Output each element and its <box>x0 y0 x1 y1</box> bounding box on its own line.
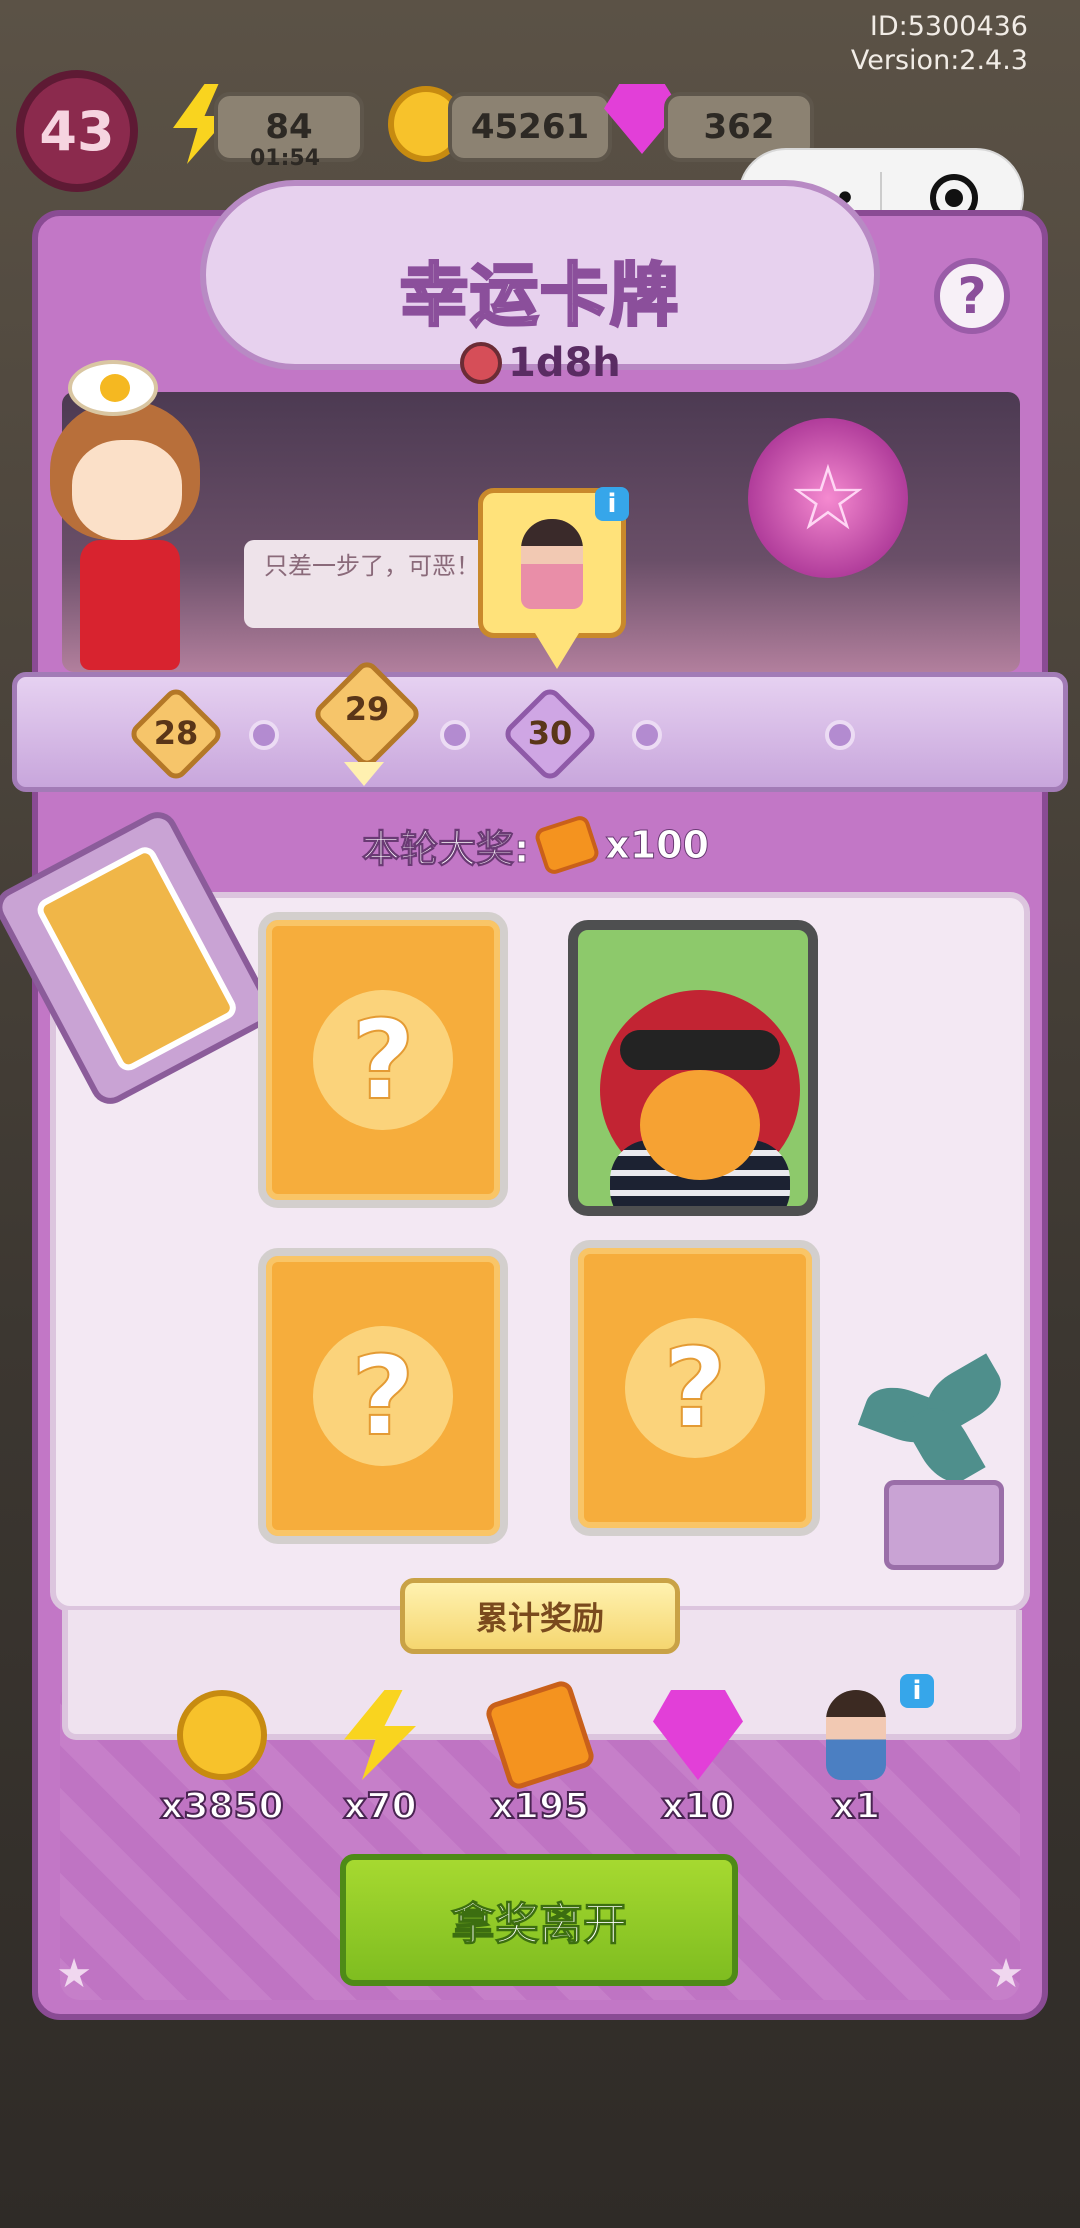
speech-bubble: 只差一步了，可恶！ <box>244 540 500 628</box>
panel-title: 幸运卡牌 <box>398 256 680 338</box>
help-button[interactable]: ? <box>934 258 1010 334</box>
reward-energy: x70 <box>310 1690 450 1830</box>
grand-prize-label: 本轮大奖: <box>361 826 530 871</box>
reward-amount: x3850 <box>159 1785 284 1828</box>
energy-timer: 01:54 <box>250 146 321 171</box>
milestone-label-28: 28 <box>153 714 199 752</box>
countdown-text: 1d8h <box>508 340 621 386</box>
card-slot-4[interactable]: ? <box>570 1240 820 1536</box>
info-icon[interactable]: i <box>595 487 629 521</box>
host-character <box>20 360 240 680</box>
info-icon[interactable]: i <box>900 1674 934 1708</box>
character-reward-icon <box>521 519 583 609</box>
potted-plant-decoration <box>857 1353 1024 1570</box>
reward-amount: x10 <box>660 1785 735 1828</box>
coin-icon <box>177 1690 267 1780</box>
accumulated-rewards-label: 累计奖励 <box>400 1578 680 1654</box>
star-decoration-icon: ★ <box>56 1951 92 1997</box>
reward-character[interactable]: i x1 <box>786 1674 934 1830</box>
star-decoration-icon: ★ <box>988 1951 1024 1997</box>
reward-amount: x195 <box>490 1785 590 1828</box>
question-icon: ? <box>625 1318 765 1458</box>
gem-icon <box>653 1690 743 1780</box>
reward-amount: x70 <box>342 1785 417 1828</box>
ticket-icon <box>483 1678 597 1792</box>
card-slot-2-revealed <box>568 920 818 1216</box>
player-level-badge: 43 <box>16 70 138 192</box>
ticket-icon <box>533 813 602 877</box>
user-id: ID:5300436 <box>869 11 1028 42</box>
milestone-label-29: 29 <box>344 690 390 728</box>
reward-tickets: x195 <box>470 1678 610 1830</box>
energy-bolt-icon <box>344 1690 416 1780</box>
ninja-bird-character <box>600 990 800 1206</box>
current-progress-pointer <box>344 762 384 786</box>
grand-prize: 本轮大奖: x100 <box>361 813 710 877</box>
milestone-reward-preview[interactable]: i <box>478 487 629 669</box>
reward-amount: x1 <box>831 1785 881 1828</box>
clock-icon <box>460 342 502 384</box>
reward-coins: x3850 <box>152 1690 292 1830</box>
build-info: ID:5300436 Version:2.4.3 <box>851 10 1028 78</box>
card-slot-1[interactable]: ? <box>258 912 508 1208</box>
character-icon <box>826 1690 886 1780</box>
event-countdown: 1d8h <box>460 340 621 386</box>
card-slot-3[interactable]: ? <box>258 1248 508 1544</box>
reward-gems: x10 <box>628 1690 768 1830</box>
star-orb-icon: ☆ <box>748 418 908 578</box>
coin-counter[interactable]: 45261 <box>448 92 612 162</box>
grand-prize-amount: x100 <box>605 823 710 868</box>
version-label: Version:2.4.3 <box>850 45 1028 76</box>
egg-hat-icon <box>68 360 158 416</box>
milestone-label-30: 30 <box>527 714 573 752</box>
question-icon: ? <box>313 1326 453 1466</box>
claim-and-leave-button[interactable]: 拿奖离开 <box>340 1854 738 1986</box>
question-icon: ? <box>313 990 453 1130</box>
